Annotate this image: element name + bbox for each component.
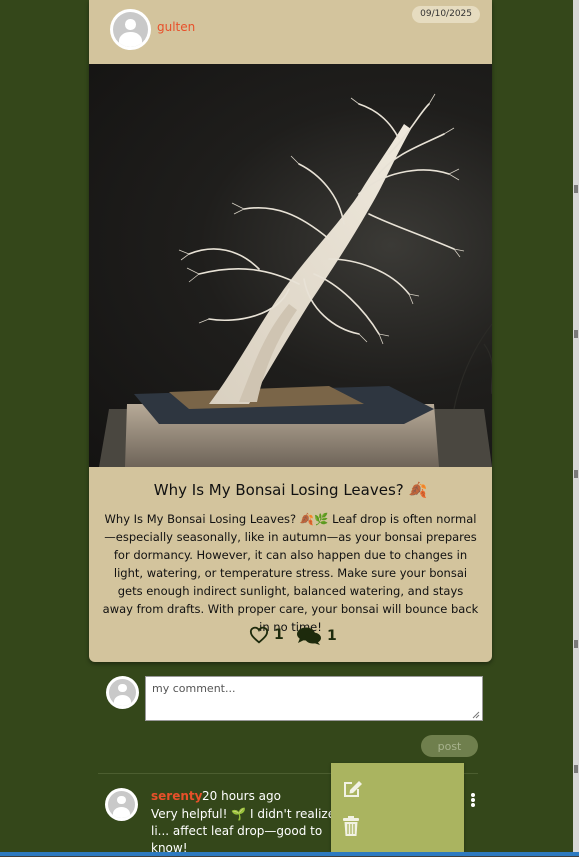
- post-image: [89, 64, 492, 467]
- like-button[interactable]: 1: [249, 626, 284, 644]
- post-date-badge: 09/10/2025: [412, 6, 480, 23]
- commenter-name[interactable]: serenty: [151, 789, 202, 803]
- author-name[interactable]: gulten: [157, 20, 195, 34]
- commenter-avatar[interactable]: [105, 788, 138, 821]
- comments-button[interactable]: 1: [296, 626, 337, 646]
- edit-comment-button[interactable]: [341, 778, 371, 804]
- post-header: gulten 09/10/2025: [89, 0, 492, 64]
- comments-icon: [297, 627, 321, 645]
- author-avatar[interactable]: [110, 9, 151, 50]
- post-body: Why Is My Bonsai Losing Leaves? 🍂🌿 Leaf …: [102, 512, 479, 634]
- post-actions: 1 1: [89, 626, 492, 650]
- composer-avatar: [106, 676, 139, 709]
- comment-timestamp: 20 hours ago: [202, 789, 281, 803]
- like-count: 1: [274, 627, 284, 643]
- comment-count: 1: [327, 628, 337, 644]
- edit-icon: [344, 781, 362, 797]
- comment-text: Very helpful! 🌱 I didn't realize li... a…: [151, 807, 336, 855]
- comment-options-menu: [331, 763, 464, 852]
- taskbar-strip: [0, 852, 579, 856]
- window-edge: [573, 0, 579, 852]
- comment-options-icon[interactable]: [468, 792, 478, 810]
- resize-grip-icon[interactable]: [470, 709, 480, 719]
- post-card: gulten 09/10/2025 Why Is My Bonsai Losin…: [89, 0, 492, 662]
- heart-icon: [249, 626, 269, 644]
- post-comment-button[interactable]: post: [421, 735, 478, 757]
- delete-comment-button[interactable]: [341, 815, 371, 841]
- post-title: Why Is My Bonsai Losing Leaves? 🍂: [153, 481, 428, 499]
- bonsai-photo-illustration: [99, 93, 492, 467]
- trash-icon: [343, 816, 359, 836]
- page-background: gulten 09/10/2025 Why Is My Bonsai Losin…: [0, 0, 574, 855]
- comment-input[interactable]: [145, 676, 483, 721]
